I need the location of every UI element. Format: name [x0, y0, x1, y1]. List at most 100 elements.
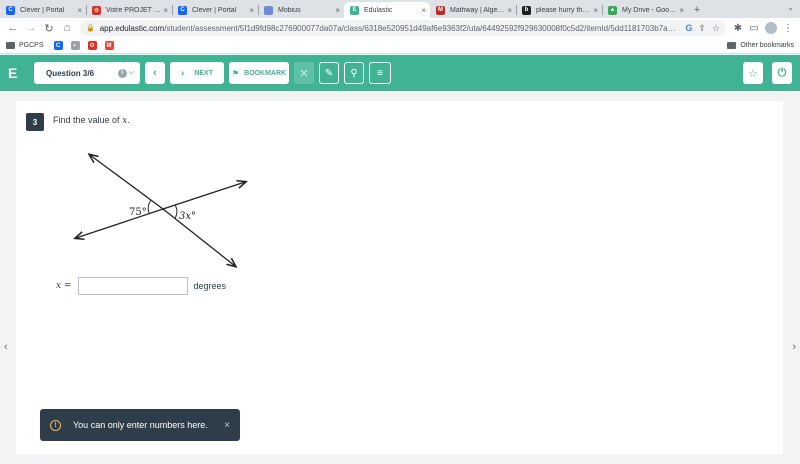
google-icon[interactable]: G	[685, 23, 692, 34]
edge-bookmark-icon[interactable]: ◐	[70, 41, 80, 50]
tab-title: My Drive - Googl…	[622, 6, 678, 14]
unit-label: degrees	[193, 281, 227, 291]
browser-tab[interactable]: b please hurry tha… ×	[516, 2, 602, 18]
tab-title: Clever | Portal	[20, 6, 65, 14]
tab-close-icon[interactable]: ×	[421, 6, 426, 15]
next-button[interactable]: › NEXT	[170, 62, 224, 84]
angle-arc-left	[147, 199, 152, 214]
folder-icon	[6, 42, 15, 49]
accessibility-icon: ☆	[748, 67, 758, 80]
folder-icon	[727, 42, 737, 49]
other-bookmarks[interactable]: Other bookmarks	[727, 42, 794, 49]
clever-icon: C	[178, 5, 187, 15]
browser-toolbar: ← → ↻ ⌂ 🔒 app.edulastic.com/student/asse…	[0, 18, 800, 38]
edulastic-icon: E	[350, 5, 359, 15]
browser-tab[interactable]: Mobius ×	[258, 2, 344, 18]
back-icon[interactable]: ←	[4, 19, 22, 37]
zoom-button[interactable]: ⚲	[344, 62, 364, 84]
bookmarks-bar: PGCPS C ◐ ⚙ M Other bookmarks	[0, 38, 800, 54]
tools-button[interactable]: ≡	[369, 62, 391, 84]
mathway-icon: M	[436, 5, 445, 15]
gmail-bookmark-icon[interactable]: M	[104, 41, 114, 50]
tab-close-icon[interactable]: ×	[163, 6, 168, 15]
angle-arc-right	[174, 204, 178, 219]
toast-close-icon[interactable]: ×	[224, 420, 230, 431]
tab-title: Edulastic	[364, 6, 393, 14]
notepad-icon: ✎	[324, 67, 334, 79]
chevron-right-icon: ›	[180, 67, 185, 79]
notepad-button[interactable]: ✎	[319, 62, 339, 84]
browser-tab[interactable]: E Edulastic ×	[344, 2, 430, 18]
question-number: 3	[26, 113, 44, 131]
tab-search-icon[interactable]: ⌄	[787, 3, 794, 12]
scroll-left-icon[interactable]: ‹	[4, 341, 8, 353]
angle-label-left: 75°	[129, 207, 147, 218]
tab-title: Votre PROJET d…	[106, 6, 162, 14]
clever-icon: C	[6, 5, 15, 15]
browser-tab[interactable]: ⚙ Votre PROJET d… ×	[86, 2, 172, 18]
new-tab-icon[interactable]: +	[688, 2, 706, 18]
tab-close-icon[interactable]: ×	[593, 6, 598, 15]
edulastic-logo[interactable]: E	[8, 65, 34, 81]
mobius-icon	[264, 5, 273, 15]
browser-tab[interactable]: C Clever | Portal ×	[172, 2, 258, 18]
lock-icon: 🔒	[86, 25, 95, 32]
browser-tab[interactable]: M Mathway | Algeb… ×	[430, 2, 516, 18]
line-b-extension	[76, 208, 164, 238]
info-icon: i	[117, 68, 127, 78]
tab-close-icon[interactable]: ×	[249, 6, 254, 15]
reload-icon[interactable]: ↻	[40, 19, 58, 37]
browser-tab-strip: C Clever | Portal × ⚙ Votre PROJET d… × C Cleve…	[0, 0, 800, 18]
tab-close-icon[interactable]: ×	[507, 6, 512, 15]
tab-close-icon[interactable]: ×	[77, 6, 82, 15]
url-host: app.edulastic.com	[99, 23, 165, 33]
line-a-extension	[162, 208, 235, 266]
gear-bookmark-icon[interactable]: ⚙	[87, 41, 97, 50]
browser-tab[interactable]: C Clever | Portal ×	[0, 2, 86, 18]
address-bar[interactable]: 🔒 app.edulastic.com/student/assessment/5…	[80, 20, 726, 36]
share-icon[interactable]: ⇧	[698, 23, 706, 34]
bookmark-pgcps[interactable]: PGCPS	[6, 42, 44, 49]
tab-close-icon[interactable]: ×	[335, 6, 340, 15]
chevron-down-icon: ⌵	[128, 69, 134, 76]
clever-bookmark-icon[interactable]: C	[53, 41, 63, 50]
forward-icon[interactable]: →	[22, 19, 40, 37]
tab-title: please hurry tha…	[536, 6, 592, 14]
line-a	[90, 155, 164, 210]
validation-toast: ! You can only enter numbers here. ×	[40, 409, 240, 441]
tab-title: Clever | Portal	[192, 6, 237, 14]
url-path: /student/assessment/5f1d9fd98c276900077d…	[164, 23, 680, 33]
brainly-icon: b	[522, 5, 531, 15]
bookmark-button[interactable]: ⚑ BOOKMARK	[229, 62, 289, 84]
extensions-icon[interactable]: ✱	[730, 19, 746, 37]
app-header: E Question 3/6 i ⌵ ‹ › NEXT ⚑ BOOKMARK ✕…	[0, 55, 800, 91]
angle-label-right: 3x°	[179, 211, 196, 222]
browser-tab[interactable]: ▲ My Drive - Googl… ×	[602, 2, 688, 18]
warning-icon: !	[50, 419, 61, 431]
tab-close-icon[interactable]: ×	[679, 6, 684, 15]
accessibility-button[interactable]: ☆	[743, 62, 763, 84]
bookmark-icon-group: C ◐ ⚙ M	[53, 41, 114, 50]
star-icon[interactable]: ☆	[712, 23, 720, 34]
drive-icon: ▲	[608, 5, 617, 15]
menu-icon[interactable]: ⋮	[780, 19, 796, 37]
question-select[interactable]: Question 3/6 i ⌵	[34, 62, 140, 84]
exit-button[interactable]: ⏻	[772, 62, 792, 84]
tab-title: Mobius	[278, 6, 301, 14]
home-icon[interactable]: ⌂	[58, 19, 76, 37]
gear-icon: ⚙	[92, 5, 101, 15]
close-answer-button[interactable]: ✕	[294, 62, 314, 84]
answer-variable-label: x =	[56, 281, 72, 291]
question-card: 3 Find the value of x. 75° 3x° x = degre…	[16, 101, 783, 454]
answer-input[interactable]	[78, 277, 189, 295]
side-panel-icon[interactable]: ▭	[746, 19, 762, 37]
profile-avatar[interactable]	[765, 22, 777, 34]
close-icon: ✕	[299, 67, 309, 80]
intersecting-lines-figure: 75° 3x°	[69, 153, 269, 283]
answer-row: x = degrees	[56, 277, 226, 295]
question-prompt: Find the value of x.	[53, 115, 130, 126]
menu-lines-icon: ≡	[377, 67, 383, 79]
previous-button[interactable]: ‹	[145, 62, 165, 84]
toast-message: You can only enter numbers here.	[73, 420, 208, 430]
scroll-right-icon[interactable]: ›	[792, 341, 796, 353]
